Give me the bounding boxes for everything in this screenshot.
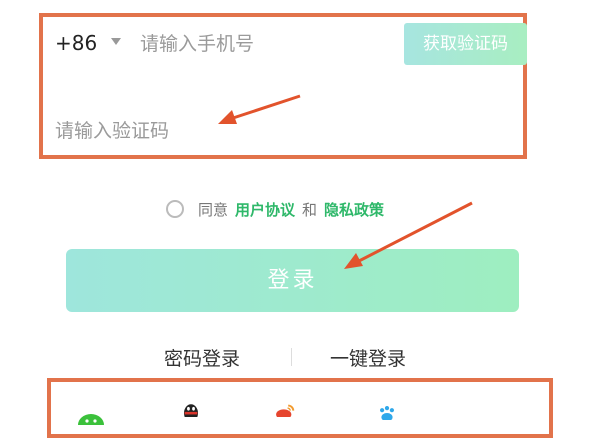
agree-prefix: 同意 (198, 200, 229, 219)
verification-code-input[interactable] (55, 117, 355, 145)
country-code[interactable]: +86 (55, 31, 97, 55)
password-login-link[interactable]: 密码登录 (164, 344, 240, 371)
annotation-frame-bottom (47, 378, 553, 438)
baidu-icon[interactable] (372, 406, 402, 420)
qq-icon[interactable] (176, 403, 206, 417)
user-agreement-link[interactable]: 用户协议 (235, 199, 295, 220)
login-button[interactable]: 登录 (66, 249, 519, 312)
weibo-icon[interactable] (270, 403, 300, 417)
agreement-row: 同意 用户协议 和 隐私政策 (166, 197, 391, 221)
phone-input[interactable] (140, 30, 390, 58)
divider (291, 348, 292, 366)
agree-and: 和 (302, 200, 318, 219)
chevron-down-icon[interactable] (111, 38, 121, 45)
privacy-policy-link[interactable]: 隐私政策 (324, 199, 384, 220)
get-code-button[interactable]: 获取验证码 (404, 23, 527, 65)
wechat-icon[interactable] (77, 411, 107, 425)
agree-radio[interactable] (166, 200, 184, 218)
one-click-login-link[interactable]: 一键登录 (330, 344, 406, 371)
